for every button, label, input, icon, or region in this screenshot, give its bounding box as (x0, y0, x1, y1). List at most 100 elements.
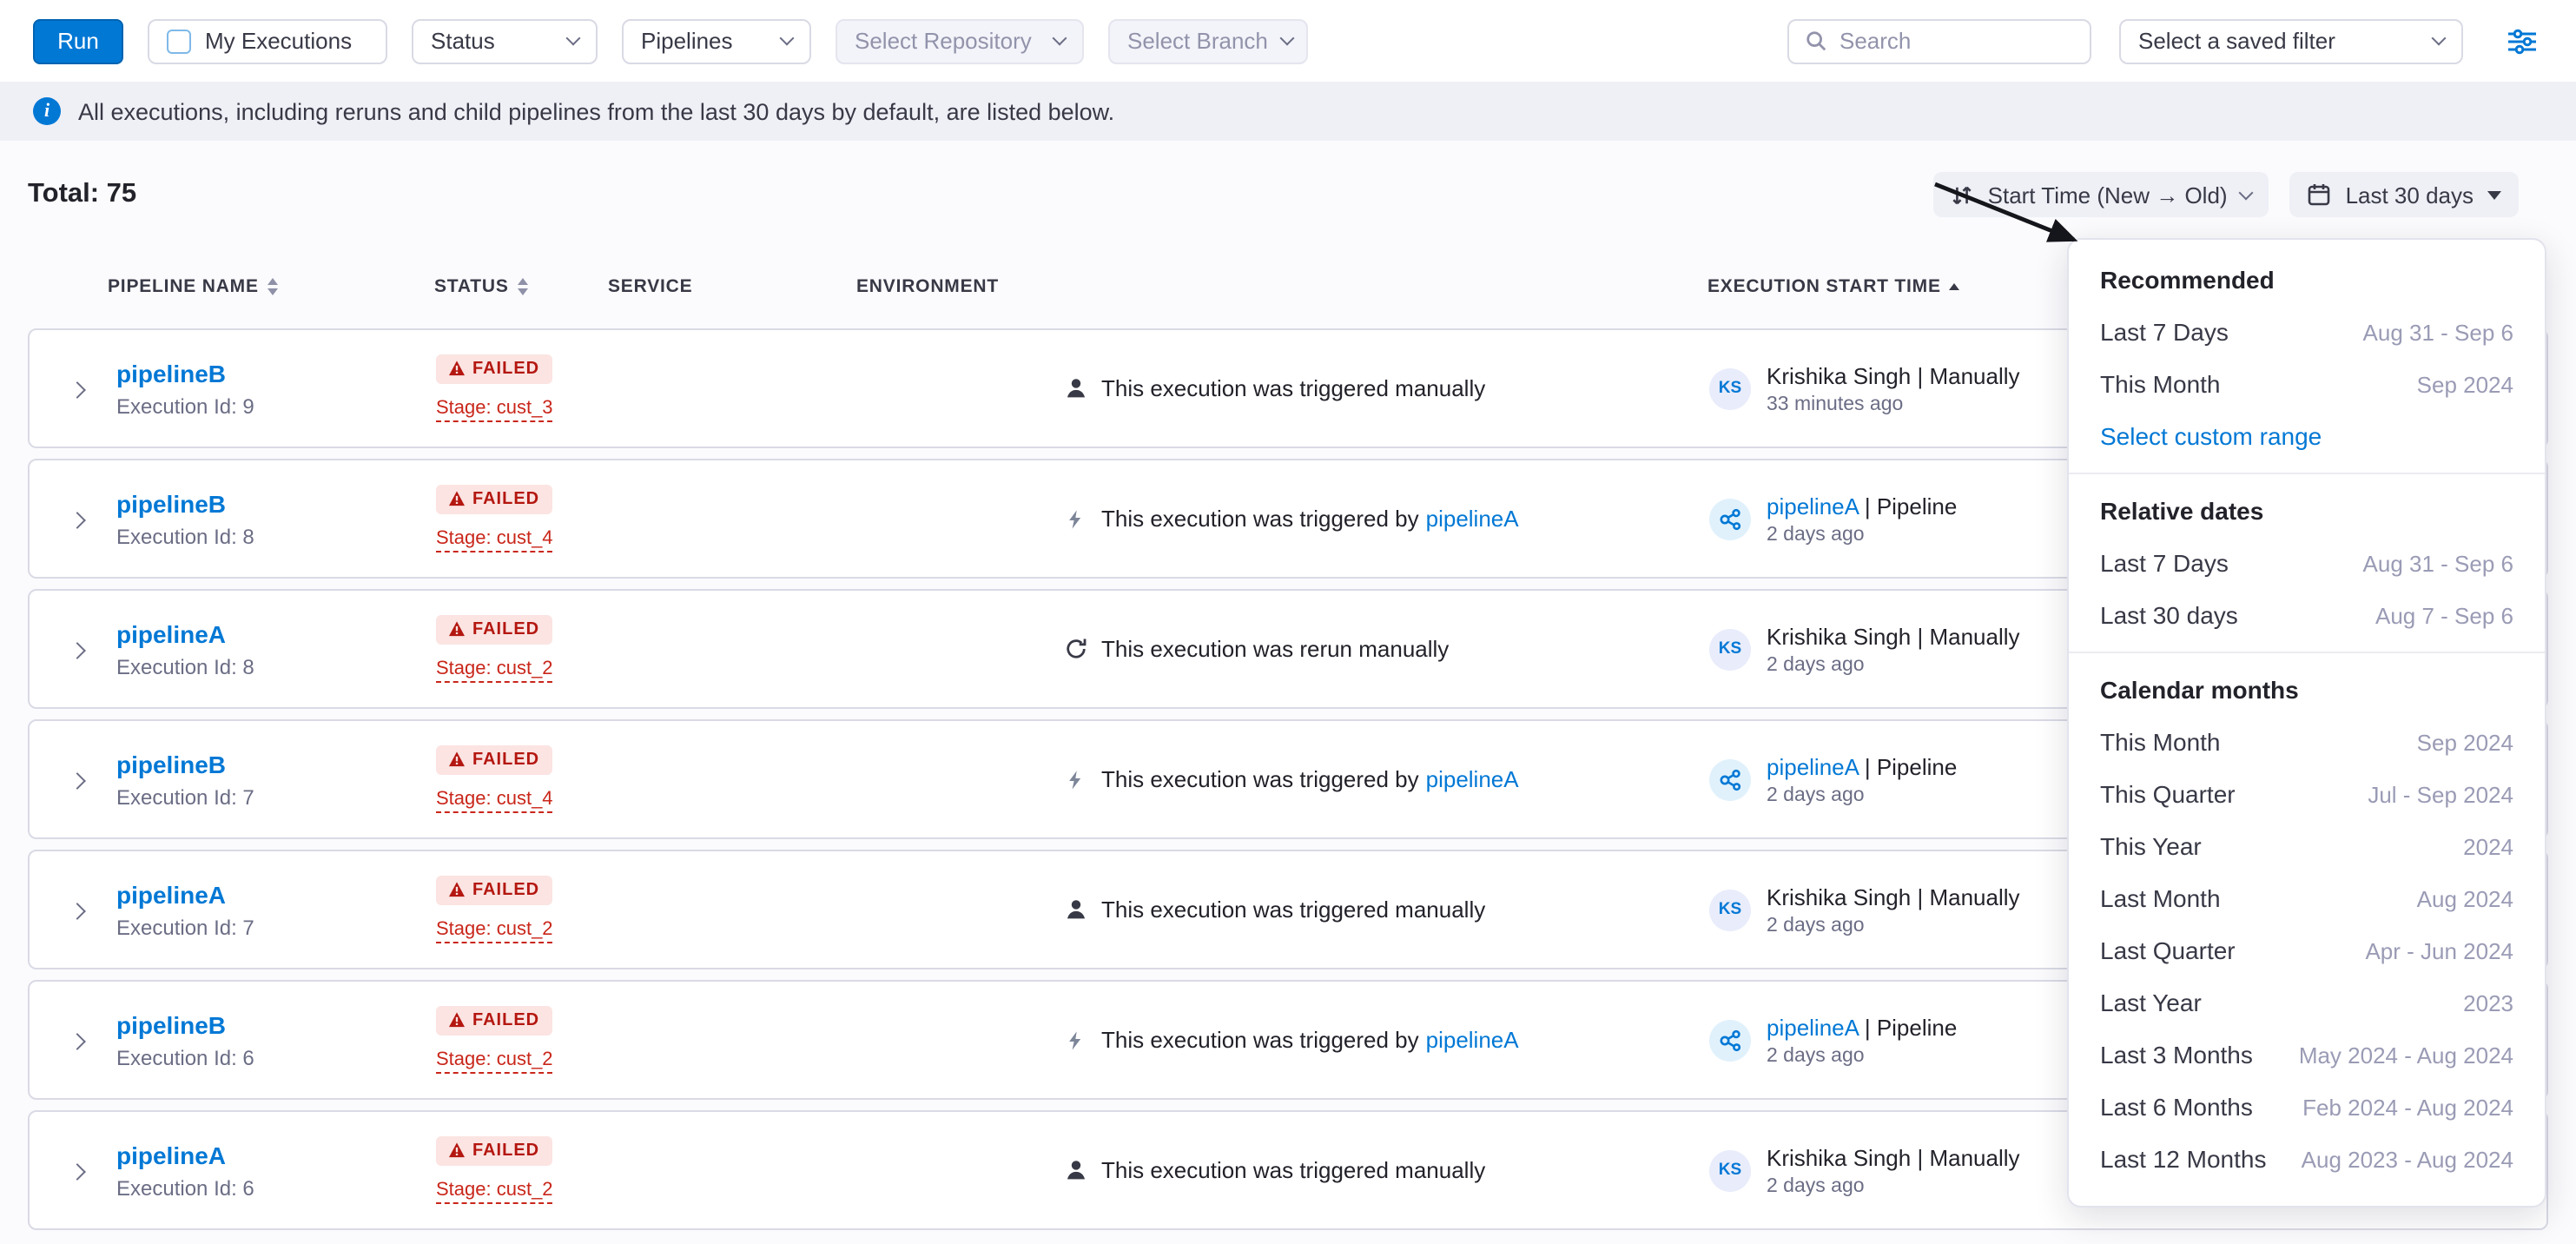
expand-chevron-icon[interactable] (69, 511, 86, 528)
pipeline-avatar-icon (1709, 498, 1751, 539)
column-service: SERVICE (608, 276, 856, 297)
date-range-option[interactable]: Last 30 daysAug 7 - Sep 6 (2069, 589, 2545, 641)
option-date-range: Aug 2023 - Aug 2024 (2302, 1146, 2513, 1172)
expand-chevron-icon[interactable] (69, 1162, 86, 1180)
date-range-option[interactable]: Last 6 MonthsFeb 2024 - Aug 2024 (2069, 1081, 2545, 1133)
date-range-option[interactable]: Last 7 DaysAug 31 - Sep 6 (2069, 537, 2545, 589)
executions-page: Run My Executions Status Pipelines Selec… (0, 0, 2576, 1244)
start-time-relative: 2 days ago (1767, 654, 2020, 675)
pipeline-name-link[interactable]: pipelineA (116, 619, 436, 647)
column-environment: ENVIRONMENT (856, 276, 1061, 297)
date-range-option[interactable]: This MonthSep 2024 (2069, 358, 2545, 410)
date-range-select[interactable]: Last 30 days (2290, 172, 2519, 217)
start-time-relative: 33 minutes ago (1767, 394, 2020, 414)
branch-filter-label: Select Branch (1127, 28, 1268, 54)
trigger-type: Pipeline (1877, 493, 1958, 519)
my-executions-checkbox[interactable] (167, 29, 191, 53)
date-range-option[interactable]: Select custom range (2069, 410, 2545, 462)
expand-chevron-icon[interactable] (69, 641, 86, 658)
execution-id: Execution Id: 7 (116, 915, 436, 939)
status-label: FAILED (472, 360, 539, 379)
trigger-pipeline-link[interactable]: pipelineA (1426, 1027, 1519, 1053)
pipeline-name-link[interactable]: pipelineB (116, 1010, 436, 1038)
sort-order-select[interactable]: Start Time (New → Old) (1934, 172, 2269, 217)
repository-filter-label: Select Repository (855, 28, 1032, 54)
info-banner-text: All executions, including reruns and chi… (78, 98, 1114, 124)
trigger-type: Manually (1929, 362, 2019, 388)
starter-name[interactable]: pipelineA (1767, 493, 1859, 519)
sliders-icon (2507, 25, 2538, 56)
option-label: Select custom range (2100, 422, 2322, 450)
date-range-option[interactable]: Last QuarterApr - Jun 2024 (2069, 924, 2545, 976)
expand-chevron-icon[interactable] (69, 1032, 86, 1049)
trigger-icon (1063, 769, 1087, 790)
starter-name: Krishika Singh (1767, 883, 1911, 910)
user-icon (1063, 377, 1087, 400)
expand-chevron-icon[interactable] (69, 380, 86, 398)
pipeline-name-link[interactable]: pipelineB (116, 359, 436, 387)
repository-filter-select[interactable]: Select Repository (836, 18, 1084, 63)
user-icon (1063, 898, 1087, 921)
status-filter-select[interactable]: Status (412, 18, 598, 63)
date-range-option[interactable]: Last MonthAug 2024 (2069, 872, 2545, 924)
chevron-down-icon (566, 31, 581, 46)
trigger-pipeline-link[interactable]: pipelineA (1426, 506, 1519, 532)
filter-settings-button[interactable] (2501, 20, 2543, 62)
dropdown-section-title: Relative dates (2069, 485, 2545, 537)
status-badge-failed: FAILED (436, 354, 552, 384)
status-badge-failed: FAILED (436, 1006, 552, 1036)
status-label: FAILED (472, 751, 539, 770)
pipeline-name-link[interactable]: pipelineA (116, 1141, 436, 1168)
start-time-relative: 2 days ago (1767, 915, 2020, 936)
trigger-icon (1063, 1029, 1087, 1050)
sort-ascending-icon[interactable] (1950, 283, 1960, 290)
failed-stage-link[interactable]: Stage: cust_2 (436, 1178, 553, 1205)
search-box[interactable] (1787, 18, 2091, 63)
date-range-option[interactable]: Last 7 DaysAug 31 - Sep 6 (2069, 306, 2545, 358)
column-status[interactable]: STATUS (434, 276, 608, 297)
status-filter-label: Status (431, 28, 495, 54)
pipeline-name-link[interactable]: pipelineB (116, 750, 436, 778)
option-date-range: Aug 31 - Sep 6 (2363, 550, 2513, 576)
calendar-icon (2308, 182, 2332, 207)
date-range-option[interactable]: This Year2024 (2069, 820, 2545, 872)
branch-filter-select[interactable]: Select Branch (1108, 18, 1308, 63)
option-date-range: Apr - Jun 2024 (2365, 937, 2513, 963)
option-date-range: Sep 2024 (2417, 371, 2513, 397)
expand-chevron-icon[interactable] (69, 902, 86, 919)
run-button[interactable]: Run (33, 18, 123, 63)
search-icon (1805, 30, 1827, 52)
sort-arrows-icon[interactable] (268, 278, 278, 295)
starter-name[interactable]: pipelineA (1767, 753, 1859, 779)
starter-name[interactable]: pipelineA (1767, 1014, 1859, 1040)
failed-stage-link[interactable]: Stage: cust_2 (436, 1048, 553, 1075)
pipeline-name-link[interactable]: pipelineB (116, 489, 436, 517)
failed-stage-link[interactable]: Stage: cust_4 (436, 526, 553, 553)
saved-filter-select[interactable]: Select a saved filter (2119, 18, 2463, 63)
failed-stage-link[interactable]: Stage: cust_2 (436, 917, 553, 944)
date-range-option[interactable]: Last 3 MonthsMay 2024 - Aug 2024 (2069, 1029, 2545, 1081)
date-range-option[interactable]: This QuarterJul - Sep 2024 (2069, 768, 2545, 820)
failed-stage-link[interactable]: Stage: cust_4 (436, 787, 553, 814)
date-range-option[interactable]: Last 12 MonthsAug 2023 - Aug 2024 (2069, 1133, 2545, 1185)
total-count: Total: 75 (28, 179, 136, 210)
warning-icon (448, 882, 466, 899)
sort-arrows-icon[interactable] (518, 278, 528, 295)
status-label: FAILED (472, 1141, 539, 1161)
pipeline-avatar-icon (1709, 1019, 1751, 1061)
column-label: EXECUTION START TIME (1707, 276, 1941, 297)
date-range-option[interactable]: Last Year2023 (2069, 976, 2545, 1029)
rerun-icon (1063, 638, 1087, 660)
column-pipeline-name[interactable]: PIPELINE NAME (108, 276, 434, 297)
date-range-option[interactable]: This MonthSep 2024 (2069, 716, 2545, 768)
search-input[interactable] (1840, 28, 2074, 54)
pipeline-name-link[interactable]: pipelineA (116, 880, 436, 908)
expand-chevron-icon[interactable] (69, 771, 86, 789)
pipelines-filter-select[interactable]: Pipelines (622, 18, 811, 63)
failed-stage-link[interactable]: Stage: cust_3 (436, 396, 553, 423)
my-executions-filter[interactable]: My Executions (148, 18, 387, 63)
trigger-pipeline-link[interactable]: pipelineA (1426, 766, 1519, 792)
option-label: Last 6 Months (2100, 1093, 2253, 1121)
status-badge-failed: FAILED (436, 745, 552, 775)
failed-stage-link[interactable]: Stage: cust_2 (436, 657, 553, 684)
